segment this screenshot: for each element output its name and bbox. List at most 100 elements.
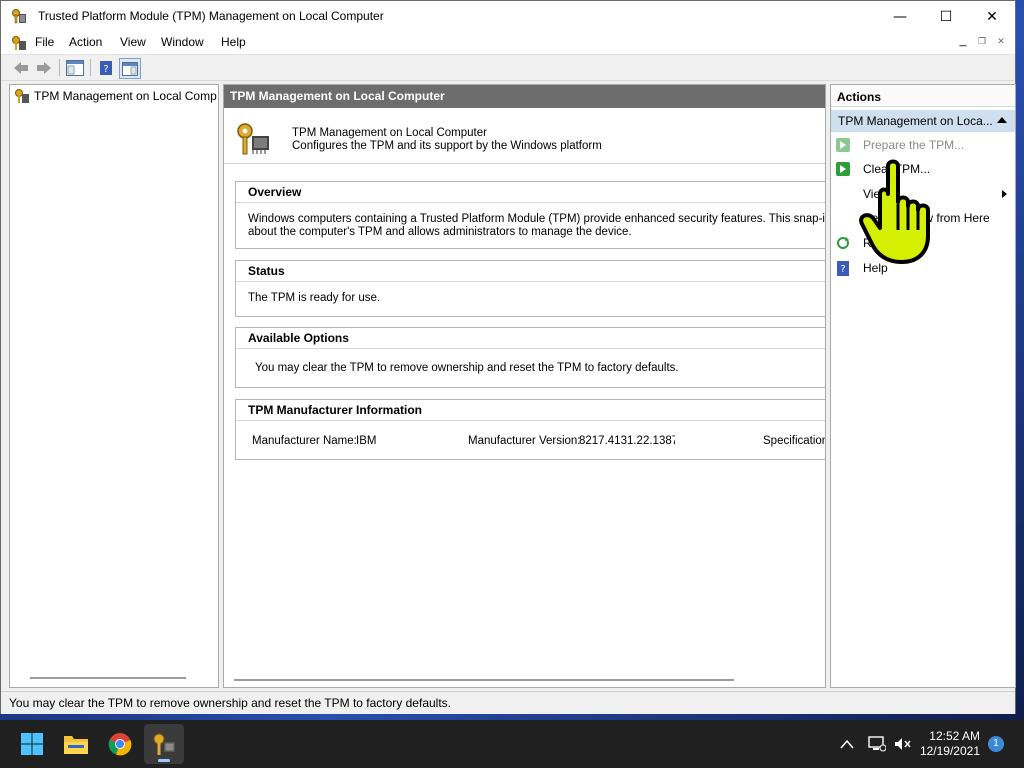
minimize-icon: — (893, 8, 907, 25)
taskbar: 12:52 AM 12/19/2021 1 (0, 720, 1024, 768)
manufacturer-name-value: IBM (356, 435, 377, 447)
file-explorer-button[interactable] (56, 724, 96, 764)
windows-start-icon (21, 733, 43, 755)
action-label: Prepare the TPM... (863, 138, 965, 152)
manufacturer-version-label: Manufacturer Version: (468, 435, 581, 447)
options-text: You may clear the TPM to remove ownershi… (255, 362, 679, 374)
clock-time: 12:52 AM (929, 729, 980, 743)
network-disconnected-icon[interactable] (868, 736, 886, 752)
actions-group-label: TPM Management on Loca... (838, 114, 993, 128)
refresh-icon (835, 235, 851, 251)
help-toolbar-button[interactable]: ? (96, 58, 116, 77)
available-options-section: Available Options You may clear the TPM … (235, 327, 825, 388)
minimize-button[interactable]: — (877, 1, 923, 32)
section-title: Status (248, 264, 285, 278)
action-pane-icon (122, 61, 138, 76)
menu-bar: File Action View Window Help ▁ ❐ ✕ (1, 32, 1015, 55)
chevron-up-icon[interactable] (840, 739, 854, 749)
console-tree-icon (66, 59, 84, 76)
mmc-window: Trusted Platform Module (TPM) Management… (0, 0, 1016, 714)
toolbar-separator (59, 59, 60, 76)
maximize-button[interactable]: ☐ (923, 1, 969, 32)
tpm-key-icon (12, 36, 26, 50)
tpm-key-icon (12, 9, 26, 24)
banner-title: TPM Management on Local Computer (292, 127, 487, 139)
tree-item-tpm-management[interactable]: TPM Management on Local Comp (14, 88, 217, 104)
file-explorer-icon (64, 736, 88, 754)
svg-text:?: ? (103, 64, 108, 75)
center-pane: TPM Management on Local Computer TPM Man… (223, 84, 826, 688)
tpm-console-taskbar-button[interactable] (144, 724, 184, 764)
manufacturer-section: TPM Manufacturer Information Manufacture… (235, 399, 826, 460)
section-divider (236, 281, 825, 282)
title-bar: Trusted Platform Module (TPM) Management… (1, 1, 1015, 32)
menu-help[interactable]: Help (221, 35, 246, 49)
manufacturer-version-value: 8217.4131.22.13878 (579, 435, 675, 447)
windows-start-button[interactable] (12, 724, 52, 764)
section-divider (236, 348, 825, 349)
maximize-icon: ☐ (939, 8, 953, 25)
mdi-minimize-button[interactable]: ▁ (955, 36, 971, 49)
system-tray (840, 720, 912, 768)
blank-icon (835, 186, 851, 202)
console-tree-pane: TPM Management on Local Comp (9, 84, 219, 688)
section-title: TPM Manufacturer Information (248, 403, 423, 417)
section-divider (236, 202, 825, 203)
tree-horizontal-scrollbar[interactable] (30, 677, 186, 679)
overview-section: Overview Windows computers containing a … (235, 181, 826, 249)
volume-muted-icon[interactable] (894, 736, 912, 752)
notification-badge[interactable]: 1 (988, 736, 1004, 752)
action-prepare-tpm[interactable]: Prepare the TPM... (835, 134, 1011, 156)
mdi-close-button[interactable]: ✕ (993, 36, 1009, 49)
tree-item-label: TPM Management on Local Comp (34, 89, 217, 103)
actions-header: Actions (831, 85, 1015, 107)
center-horizontal-scrollbar[interactable] (234, 679, 734, 681)
status-section: Status The TPM is ready for use. (235, 260, 825, 317)
menu-action[interactable]: Action (69, 35, 102, 49)
window-title: Trusted Platform Module (TPM) Management… (38, 9, 384, 23)
chrome-icon (108, 733, 132, 756)
status-text: The TPM is ready for use. (248, 292, 381, 304)
tpm-key-icon (15, 89, 29, 103)
specification-label: Specification (763, 435, 826, 447)
show-hide-tree-button[interactable] (65, 58, 85, 77)
back-arrow-icon (14, 61, 28, 74)
help-book-icon: ? (100, 60, 112, 75)
manufacturer-name-label: Manufacturer Name: (252, 435, 357, 447)
tpm-console-icon (153, 733, 175, 755)
forward-arrow-icon (37, 61, 51, 74)
menu-view[interactable]: View (120, 35, 146, 49)
green-arrow-icon (835, 137, 851, 153)
status-bar: You may clear the TPM to remove ownershi… (1, 691, 1015, 714)
green-arrow-icon (835, 161, 851, 177)
forward-button[interactable] (34, 58, 54, 77)
hand-cursor-icon (859, 159, 930, 264)
snapin-banner: TPM Management on Local Computer Configu… (224, 111, 825, 164)
menu-file[interactable]: File (35, 35, 54, 49)
tpm-chip-key-icon (237, 123, 269, 155)
center-pane-header: TPM Management on Local Computer (224, 85, 825, 108)
taskbar-clock[interactable]: 12:52 AM 12/19/2021 (920, 729, 980, 759)
collapse-arrow-icon[interactable] (997, 117, 1007, 123)
toolbar: ? (1, 55, 1015, 81)
show-hide-action-pane-button[interactable] (119, 58, 141, 79)
status-bar-text: You may clear the TPM to remove ownershi… (9, 696, 451, 710)
blank-icon (835, 210, 851, 226)
clock-date: 12/19/2021 (919, 744, 980, 758)
overview-text-line1: Windows computers containing a Trusted P… (248, 213, 826, 225)
banner-subtitle: Configures the TPM and its support by th… (292, 140, 602, 152)
svg-text:?: ? (840, 264, 845, 275)
close-button[interactable]: ✕ (969, 1, 1015, 32)
back-button[interactable] (11, 58, 31, 77)
active-app-indicator (158, 759, 170, 762)
section-divider (236, 420, 825, 421)
menu-window[interactable]: Window (161, 35, 204, 49)
overview-text-line2: about the computer's TPM and allows admi… (248, 226, 632, 238)
mdi-restore-button[interactable]: ❐ (974, 36, 990, 49)
section-title: Available Options (248, 331, 349, 345)
toolbar-separator (90, 59, 91, 76)
actions-group-header[interactable]: TPM Management on Loca... (831, 110, 1015, 132)
help-icon: ? (835, 260, 851, 276)
section-title: Overview (248, 185, 302, 199)
chrome-button[interactable] (100, 724, 140, 764)
